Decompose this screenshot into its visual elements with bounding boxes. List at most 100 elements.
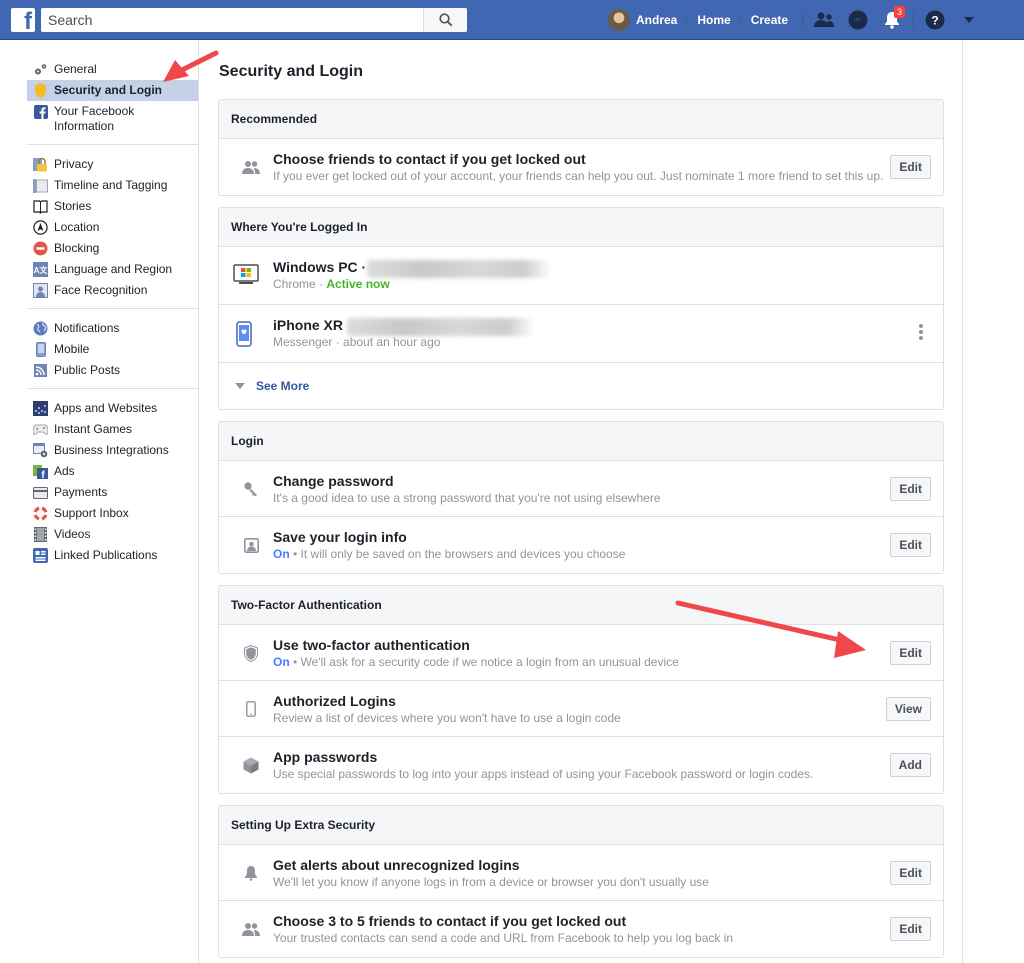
help-button[interactable]: ? — [918, 0, 952, 40]
sidebar-item-instant-games[interactable]: Instant Games — [27, 419, 198, 440]
gears-icon — [35, 64, 47, 75]
sidebar-item-ads[interactable]: f Ads — [27, 461, 198, 482]
row-subtitle: We'll let you know if anyone logs in fro… — [273, 875, 709, 889]
sidebar-item-privacy[interactable]: Privacy — [27, 154, 198, 175]
sidebar-item-blocking[interactable]: Blocking — [27, 238, 198, 259]
lock-icon — [33, 157, 47, 172]
friend-requests-button[interactable] — [807, 0, 841, 40]
sidebar-item-stories[interactable]: Stories — [27, 196, 198, 217]
edit-two-factor-button[interactable]: Edit — [890, 641, 931, 665]
sidebar-item-mobile[interactable]: Mobile — [27, 339, 198, 360]
row-title: Choose friends to contact if you get loc… — [273, 151, 586, 167]
triangle-down-icon — [235, 383, 245, 389]
logged-in-card: Where You're Logged In Windows PC · Chro… — [218, 207, 944, 410]
session-details: Chrome · Active now — [273, 277, 390, 291]
extra-security-card: Setting Up Extra Security Get alerts abo… — [218, 805, 944, 958]
divider — [913, 12, 915, 28]
gamepad-icon — [33, 424, 48, 435]
avatar — [608, 9, 630, 31]
friends-icon — [242, 161, 260, 174]
content-right-divider — [962, 40, 963, 963]
see-more-link[interactable]: See More — [235, 379, 309, 393]
sidebar-item-business-integrations[interactable]: Business Integrations — [27, 440, 198, 461]
sidebar-item-support-inbox[interactable]: Support Inbox — [27, 503, 198, 524]
view-authorized-logins-button[interactable]: View — [885, 697, 931, 721]
sidebar-item-linked-publications[interactable]: Linked Publications — [27, 545, 198, 566]
notifications-button[interactable]: 3 — [875, 0, 909, 40]
help-icon: ? — [925, 10, 945, 30]
profile-link[interactable]: Andrea — [598, 0, 688, 40]
row-subtitle: Use special passwords to log into your a… — [273, 767, 814, 781]
list-item: Save your login info On • It will only b… — [219, 517, 943, 573]
row-title: Authorized Logins — [273, 693, 396, 709]
sidebar-item-your-facebook-information[interactable]: Your Facebook Information — [27, 101, 198, 137]
edit-save-login-button[interactable]: Edit — [890, 533, 931, 557]
sidebar-item-general[interactable]: General — [27, 59, 198, 80]
row-subtitle: Review a list of devices where you won't… — [273, 711, 621, 725]
row-title: Save your login info — [273, 529, 407, 545]
svg-text:A文: A文 — [34, 265, 48, 275]
sidebar-item-videos[interactable]: Videos — [27, 524, 198, 545]
dropdown-icon — [964, 17, 975, 23]
status-on: On — [273, 547, 290, 561]
see-more-row: See More — [219, 363, 943, 409]
edit-login-alerts-button[interactable]: Edit — [890, 861, 931, 885]
edit-trusted-contacts-button[interactable]: Edit — [890, 155, 931, 179]
device-name: iPhone XR — [273, 317, 344, 333]
row-title: App passwords — [273, 749, 378, 765]
mobile-icon — [35, 342, 46, 357]
list-item: App passwords Use special passwords to l… — [219, 737, 943, 793]
add-app-password-button[interactable]: Add — [889, 753, 931, 777]
list-item: Choose friends to contact if you get loc… — [219, 139, 943, 195]
login-card: Login Change password It's a good idea t… — [218, 421, 944, 574]
sidebar-item-security-and-login[interactable]: Security and Login — [27, 80, 198, 101]
timeline-icon — [33, 178, 48, 193]
sidebar-item-language-and-region[interactable]: A文 Language and Region — [27, 259, 198, 280]
section-header: Recommended — [219, 100, 943, 139]
row-title: Choose 3 to 5 friends to contact if you … — [273, 913, 627, 929]
recommended-card: Recommended Choose friends to contact if… — [218, 99, 944, 196]
face-recognition-icon — [33, 283, 48, 298]
sidebar-item-face-recognition[interactable]: Face Recognition — [27, 280, 198, 301]
search-button[interactable] — [423, 8, 467, 32]
dot — [919, 330, 923, 334]
user-name: Andrea — [636, 13, 678, 27]
account-menu-button[interactable] — [952, 0, 986, 40]
create-link[interactable]: Create — [741, 0, 798, 40]
lifebuoy-icon — [33, 506, 48, 521]
section-header: Two-Factor Authentication — [219, 586, 943, 625]
list-item: Change password It's a good idea to use … — [219, 461, 943, 517]
session-options-button[interactable] — [919, 324, 923, 340]
edit-trusted-contacts-extra-button[interactable]: Edit — [890, 917, 931, 941]
dot — [919, 336, 923, 340]
sidebar-item-payments[interactable]: Payments — [27, 482, 198, 503]
iphone-icon — [236, 321, 252, 347]
row-subtitle: On • It will only be saved on the browse… — [273, 547, 626, 561]
session-row: Windows PC · Chrome · Active now — [219, 247, 943, 305]
sidebar-divider — [198, 40, 199, 963]
divider — [802, 12, 804, 28]
windows-pc-icon — [233, 264, 259, 284]
sidebar-item-notifications[interactable]: Notifications — [27, 318, 198, 339]
publication-icon — [33, 548, 48, 563]
messenger-button[interactable] — [841, 0, 875, 40]
row-title: Get alerts about unrecognized logins — [273, 857, 520, 873]
sidebar-item-timeline-and-tagging[interactable]: Timeline and Tagging — [27, 175, 198, 196]
sidebar-group-apps: Apps and Websites Instant Games Business… — [27, 398, 198, 573]
friends-icon — [814, 12, 835, 27]
sidebar-item-public-posts[interactable]: Public Posts — [27, 360, 198, 381]
section-header: Where You're Logged In — [219, 208, 943, 247]
film-icon — [34, 527, 47, 542]
rss-icon — [34, 364, 47, 377]
home-link[interactable]: Home — [687, 0, 742, 40]
sidebar-item-apps-and-websites[interactable]: Apps and Websites — [27, 398, 198, 419]
key-icon — [244, 482, 257, 497]
redacted-location — [367, 260, 551, 278]
search-input[interactable] — [41, 8, 423, 32]
edit-password-button[interactable]: Edit — [890, 477, 931, 501]
facebook-logo[interactable]: f — [11, 8, 35, 32]
facebook-icon — [33, 104, 48, 119]
svg-text:?: ? — [931, 14, 938, 28]
sidebar-item-location[interactable]: Location — [27, 217, 198, 238]
section-header: Setting Up Extra Security — [219, 806, 943, 845]
